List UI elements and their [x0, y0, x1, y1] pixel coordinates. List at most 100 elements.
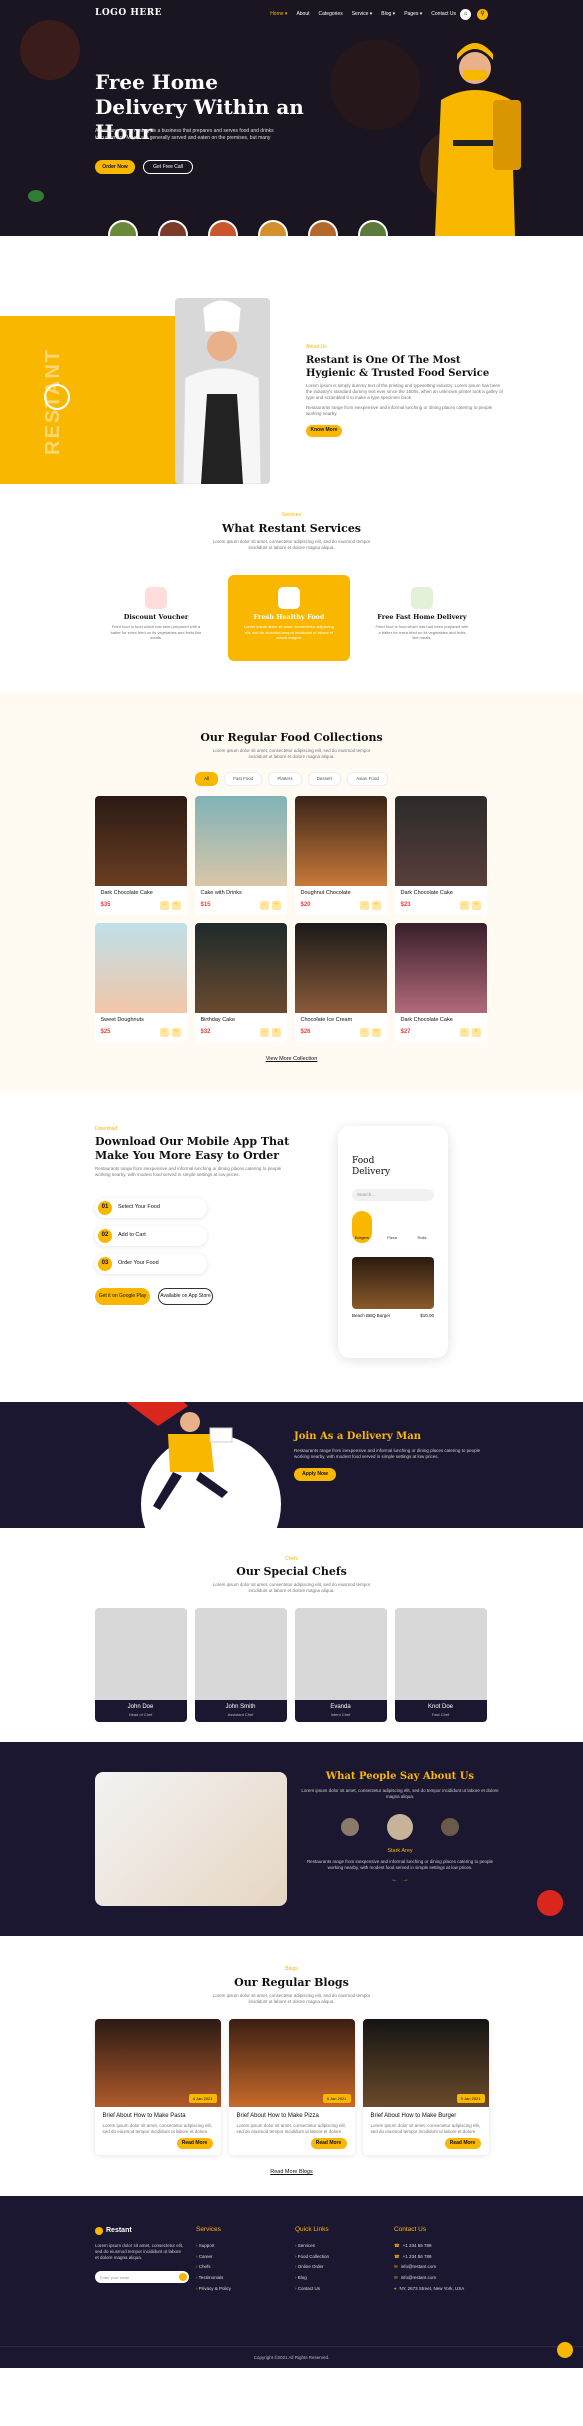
- minus-button[interactable]: −: [359, 901, 369, 911]
- know-more-button[interactable]: Know More: [306, 424, 342, 437]
- food-header: Our Regular Food Collections Lorem ipsum…: [0, 731, 583, 760]
- tab-fast-food[interactable]: Fast Food: [224, 772, 263, 787]
- read-more-blogs-link[interactable]: Read More Blogs: [0, 2169, 583, 2176]
- category-pizza[interactable]: Pizza: [382, 1210, 402, 1243]
- footer-link[interactable]: Services: [295, 2243, 394, 2249]
- minus-button[interactable]: −: [459, 1028, 469, 1038]
- service-card-delivery[interactable]: Free Fast Home Delivery Fried food is fo…: [361, 575, 483, 661]
- app-store-button[interactable]: Available on App Store: [158, 1288, 213, 1306]
- plus-button[interactable]: +: [171, 901, 181, 911]
- reviewer-name: Stark Arey: [387, 1848, 413, 1855]
- search-icon[interactable]: ⚲: [477, 9, 488, 20]
- chef-card[interactable]: Evanda Intern Chef: [294, 1608, 387, 1723]
- service-title: Discount Voucher: [123, 613, 189, 621]
- food-price: $26: [300, 1029, 311, 1036]
- nav-pages[interactable]: Pages ▾: [404, 11, 422, 18]
- food-thumb[interactable]: [258, 220, 288, 236]
- chefs-tag: Chefs: [284, 1555, 299, 1562]
- minus-button[interactable]: −: [159, 1028, 169, 1038]
- food-thumb[interactable]: [308, 220, 338, 236]
- arrow-right-icon[interactable]: →: [403, 1877, 409, 1883]
- food-card[interactable]: Sweet Doughnuts $25 − +: [94, 923, 187, 1043]
- plus-button[interactable]: +: [371, 901, 381, 911]
- blog-card[interactable]: 8 Jan 2021 Brief About How to Make Pizza L…: [228, 2019, 355, 2156]
- food-name: Cake with Drinks: [200, 890, 242, 897]
- food-card[interactable]: Doughnut Chocolate $20 − +: [294, 796, 387, 916]
- avatar[interactable]: [387, 1814, 413, 1841]
- chef-card[interactable]: John Smith Assistant Chef: [194, 1608, 287, 1723]
- food-card[interactable]: Chocolate Ice Cream $26 − +: [294, 923, 387, 1043]
- tab-platters[interactable]: Platters: [268, 772, 302, 787]
- footer-desc: Lorem ipsum dolor sit amet, consectetur …: [95, 2243, 184, 2261]
- food-image: [394, 923, 487, 1014]
- nav-contact[interactable]: Contact Us: [431, 11, 456, 18]
- minus-button[interactable]: −: [359, 1028, 369, 1038]
- food-card[interactable]: Birthday Cake $32 − +: [194, 923, 287, 1043]
- footer-link[interactable]: Testimonials: [196, 2275, 295, 2281]
- nav-categories[interactable]: Categories: [319, 11, 343, 18]
- cart-icon[interactable]: ⌂: [460, 9, 471, 20]
- footer-link[interactable]: Support: [196, 2243, 295, 2249]
- plus-button[interactable]: +: [471, 1028, 481, 1038]
- tab-dessert[interactable]: Dessert: [307, 772, 342, 787]
- footer-link[interactable]: Contact Us: [295, 2286, 394, 2292]
- newsletter-email-input[interactable]: Enter your email: [95, 2271, 189, 2284]
- category-burgers[interactable]: Burgers: [352, 1210, 372, 1243]
- apply-now-button[interactable]: Apply Now: [294, 1467, 336, 1481]
- tab-all[interactable]: All: [195, 772, 219, 787]
- nav-about[interactable]: About: [296, 11, 309, 18]
- read-more-button[interactable]: Read More: [310, 2138, 347, 2150]
- arrow-left-icon[interactable]: ←: [391, 1877, 397, 1883]
- order-now-button[interactable]: Order Now: [95, 160, 135, 174]
- footer-link[interactable]: Chefs: [196, 2264, 295, 2270]
- footer-link[interactable]: Career: [196, 2254, 295, 2260]
- service-card-discount[interactable]: Discount Voucher Fried food is food whic…: [95, 575, 217, 661]
- footer-link[interactable]: Online Order: [295, 2264, 394, 2270]
- services-header: Services What Restant Services Lorem ips…: [0, 512, 583, 551]
- food-thumb[interactable]: [358, 220, 388, 236]
- minus-button[interactable]: −: [259, 901, 269, 911]
- avatar[interactable]: [341, 1818, 359, 1837]
- minus-button[interactable]: −: [159, 901, 169, 911]
- food-name: Chocolate Ice Cream: [300, 1017, 353, 1024]
- food-card[interactable]: Cake with Drinks $15 − +: [194, 796, 287, 916]
- blog-title: Brief About How to Make Burger: [370, 2113, 457, 2120]
- blog-card[interactable]: 4 Jan 2021 Brief About How to Make Pasta L…: [94, 2019, 221, 2156]
- footer-link[interactable]: Food Collection: [295, 2254, 394, 2260]
- food-price: $25: [100, 1029, 111, 1036]
- phone-search-input[interactable]: Search...: [352, 1188, 434, 1201]
- tab-asian-food[interactable]: Asian Food: [347, 772, 388, 787]
- plus-button[interactable]: +: [271, 1028, 281, 1038]
- plus-button[interactable]: +: [171, 1028, 181, 1038]
- footer-link[interactable]: Blog: [295, 2275, 394, 2281]
- minus-button[interactable]: −: [259, 1028, 269, 1038]
- chef-card[interactable]: John Doe Head of Chef: [94, 1608, 187, 1723]
- plus-button[interactable]: +: [471, 901, 481, 911]
- food-card[interactable]: Dark Chocolate Cake $27 − +: [394, 923, 487, 1043]
- blog-card[interactable]: 9 Jan 2021 Brief About How to Make Burger…: [362, 2019, 489, 2156]
- food-card[interactable]: Dark Chocolate Cake $35 − +: [94, 796, 187, 916]
- footer-logo[interactable]: Restant: [95, 2226, 194, 2235]
- send-icon[interactable]: [179, 2273, 187, 2282]
- minus-button[interactable]: −: [459, 901, 469, 911]
- avatar[interactable]: [441, 1818, 459, 1837]
- food-thumb[interactable]: [108, 220, 138, 236]
- plus-button[interactable]: +: [271, 901, 281, 911]
- food-thumb[interactable]: [208, 220, 238, 236]
- footer-link[interactable]: Privacy & Policy: [196, 2286, 295, 2292]
- service-card-fresh-food[interactable]: Fresh Healthy Food Lorem ipsum dolor sit…: [228, 575, 350, 661]
- food-thumb[interactable]: [158, 220, 188, 236]
- nav-blog[interactable]: Blog ▾: [381, 11, 395, 18]
- nav-home[interactable]: Home ▾: [270, 11, 287, 18]
- read-more-button[interactable]: Read More: [444, 2138, 481, 2150]
- view-more-link[interactable]: View More Collection: [0, 1056, 583, 1063]
- read-more-button[interactable]: Read More: [176, 2138, 213, 2150]
- plus-button[interactable]: +: [371, 1028, 381, 1038]
- category-rolls[interactable]: Rolls: [412, 1210, 432, 1243]
- nav-service[interactable]: Service ▾: [352, 11, 373, 18]
- chef-card[interactable]: Knot Doe Fast Chef: [394, 1608, 487, 1723]
- free-call-button[interactable]: Get Free Call: [143, 160, 193, 174]
- logo[interactable]: LOGO HERE: [95, 8, 162, 20]
- google-play-button[interactable]: Get it on Google Play: [95, 1288, 150, 1306]
- food-card[interactable]: Dark Chocolate Cake $23 − +: [394, 796, 487, 916]
